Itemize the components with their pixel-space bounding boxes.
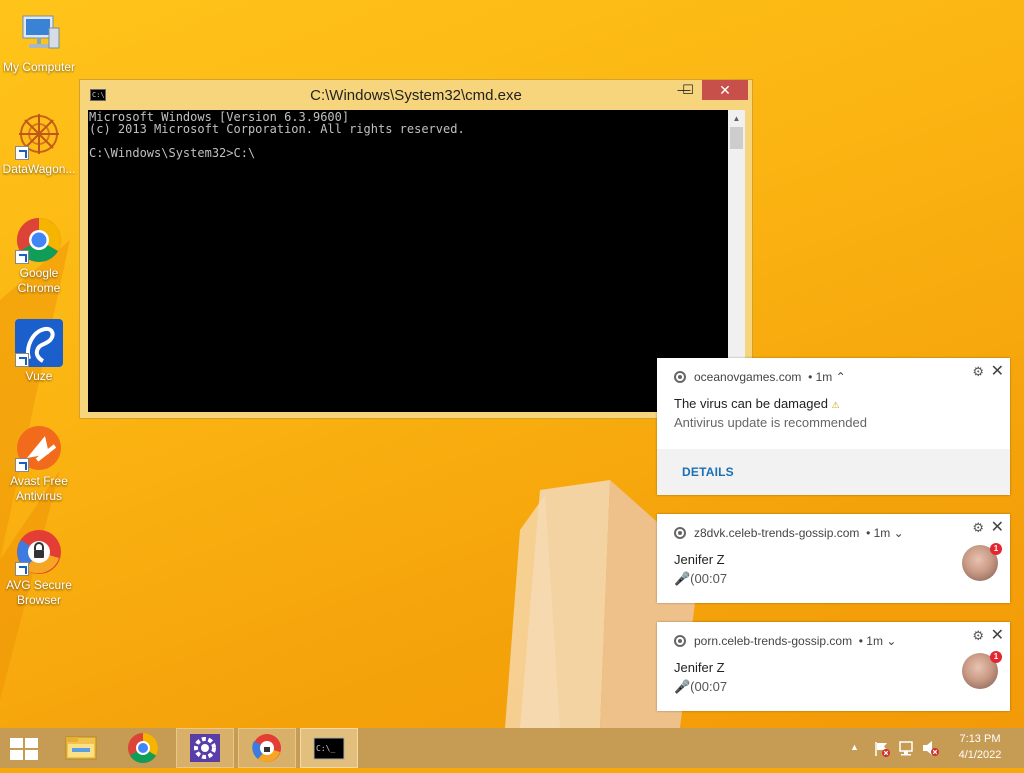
cmd-title-bar[interactable]: C:\ C:\Windows\System32\cmd.exe — ☐ ✕ (80, 80, 752, 110)
notification-source: oceanovgames.com (694, 370, 802, 384)
desktop-icon-label: Avast Free Antivirus (10, 474, 68, 503)
notification-action-bar: DETAILS (657, 449, 1010, 495)
notification-body: 🎤(00:07 (674, 571, 728, 586)
chevron-down-icon[interactable]: ⌄ (886, 634, 896, 648)
close-button[interactable]: ✕ (702, 80, 748, 100)
notification-title: The virus can be damaged ⚠ (674, 396, 840, 411)
shortcut-arrow-icon (15, 353, 29, 367)
chrome-mini-icon (674, 371, 686, 383)
maximize-button[interactable]: ☐ (674, 80, 702, 100)
chrome-icon (15, 216, 63, 264)
computer-icon (15, 10, 63, 58)
desktop-icon-label: DataWagon... (2, 162, 76, 176)
close-icon[interactable]: ✕ (991, 361, 1004, 381)
chevron-up-icon[interactable]: ⌃ (836, 370, 846, 384)
file-explorer-icon (65, 736, 97, 760)
notification-time: • 1m (808, 370, 833, 384)
notification-title: Jenifer Z (674, 660, 725, 675)
clock-time[interactable]: 7:13 PM (952, 733, 1008, 745)
taskbar-avg-browser[interactable] (238, 728, 296, 768)
notification-card[interactable]: z8dvk.celeb-trends-gossip.com • 1m ⌄ ⚙ ✕… (657, 514, 1010, 603)
details-button[interactable]: DETAILS (682, 465, 734, 479)
notification-title: Jenifer Z (674, 552, 725, 567)
avatar: 1 (962, 651, 1002, 689)
start-button[interactable] (0, 728, 50, 768)
console-output[interactable]: Microsoft Windows [Version 6.3.9600] (c) … (88, 110, 728, 412)
vuze-frog-icon (15, 319, 63, 367)
desktop-icon-vuze[interactable]: Vuze (1, 319, 77, 384)
notification-title-text: The virus can be damaged (674, 396, 828, 411)
avast-icon (15, 424, 63, 472)
settings-gear-icon[interactable]: ⚙ (972, 520, 984, 536)
chrome-mini-icon (674, 635, 686, 647)
desktop-icon-label: Vuze (25, 369, 53, 383)
settings-gear-icon[interactable]: ⚙ (972, 628, 984, 644)
notification-card[interactable]: porn.celeb-trends-gossip.com • 1m ⌄ ⚙ ✕ … (657, 622, 1010, 711)
notification-time: • 1m (858, 634, 883, 648)
scroll-up-arrow-icon[interactable]: ▲ (728, 110, 745, 127)
avatar: 1 (962, 543, 1002, 581)
notification-header: porn.celeb-trends-gossip.com • 1m ⌄ (674, 634, 896, 650)
shortcut-arrow-icon (15, 146, 29, 160)
desktop-icon-label: Google Chrome (17, 266, 61, 295)
notification-header: z8dvk.celeb-trends-gossip.com • 1m ⌄ (674, 526, 904, 542)
desktop-icon-my-computer[interactable]: My Computer (1, 10, 77, 75)
taskbar-settings-app[interactable] (176, 728, 234, 768)
settings-gear-icon (190, 734, 220, 762)
avg-browser-icon (15, 528, 63, 576)
cmd-icon: C:\_ (313, 737, 345, 760)
desktop-icon-label: My Computer (2, 60, 76, 74)
shortcut-arrow-icon (15, 250, 29, 264)
chrome-icon (128, 733, 159, 764)
notification-header: oceanovgames.com • 1m ⌃ (674, 370, 846, 386)
network-icon[interactable] (897, 739, 917, 757)
notification-source: porn.celeb-trends-gossip.com (694, 634, 853, 648)
notification-source: z8dvk.celeb-trends-gossip.com (694, 526, 860, 540)
taskbar-chrome[interactable] (114, 728, 172, 768)
console-prompt: C:\Windows\System32>C:\ (89, 146, 256, 160)
volume-muted-icon[interactable] (921, 739, 941, 757)
notification-body: Antivirus update is recommended (674, 415, 867, 430)
warning-icon: ⚠ (831, 400, 840, 410)
chrome-mini-icon (674, 527, 686, 539)
unread-badge: 1 (990, 543, 1002, 555)
desktop-icon-label: AVG Secure Browser (6, 578, 72, 607)
desktop-icon-avast[interactable]: Avast Free Antivirus (1, 424, 77, 504)
cmd-window[interactable]: C:\ C:\Windows\System32\cmd.exe — ☐ ✕ Mi… (79, 79, 753, 419)
taskbar-cmd[interactable]: C:\_ (300, 728, 358, 768)
shortcut-arrow-icon (15, 458, 29, 472)
close-icon[interactable]: ✕ (991, 517, 1004, 537)
windows-logo-icon (10, 738, 38, 760)
taskbar: C:\_ ▲ 7:13 PM 4/1/2022 (0, 728, 1024, 768)
desktop-icon-google-chrome[interactable]: Google Chrome (1, 216, 77, 296)
shortcut-arrow-icon (15, 562, 29, 576)
avg-browser-icon (252, 734, 281, 762)
console-line: (c) 2013 Microsoft Corporation. All righ… (89, 122, 465, 136)
unread-badge: 1 (990, 651, 1002, 663)
chevron-down-icon[interactable]: ⌄ (894, 526, 904, 540)
taskbar-file-explorer[interactable] (54, 728, 108, 768)
scroll-thumb[interactable] (730, 127, 743, 149)
notification-body: 🎤(00:07 (674, 679, 728, 694)
settings-gear-icon[interactable]: ⚙ (972, 364, 984, 380)
notification-card[interactable]: oceanovgames.com • 1m ⌃ ⚙ ✕ The virus ca… (657, 358, 1010, 495)
datawagon-icon (15, 112, 63, 160)
action-center-flag-icon[interactable] (873, 740, 891, 758)
clock-date[interactable]: 4/1/2022 (952, 749, 1008, 761)
cmd-glyph: C:\_ (316, 744, 335, 753)
desktop-icon-datawagon[interactable]: DataWagon... (1, 112, 77, 177)
notification-time: • 1m (866, 526, 891, 540)
desktop-icon-avg-browser[interactable]: AVG Secure Browser (1, 528, 77, 608)
cmd-window-title: C:\Windows\System32\cmd.exe (310, 87, 522, 104)
close-icon[interactable]: ✕ (991, 625, 1004, 645)
desktop: My Computer DataWagon... Google Chrome V… (0, 0, 1024, 728)
show-hidden-icons-button[interactable]: ▲ (850, 742, 859, 752)
